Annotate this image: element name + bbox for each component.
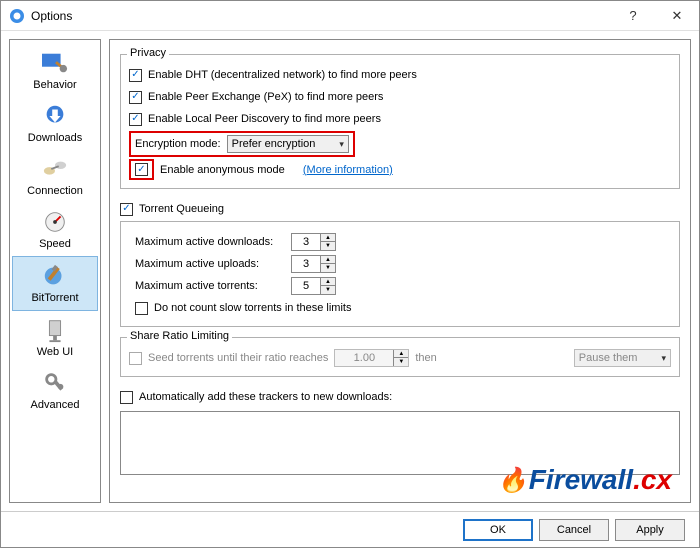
- downloads-icon: [40, 103, 70, 129]
- anonymous-highlight: ✓: [129, 159, 154, 180]
- encryption-label: Encryption mode:: [135, 138, 221, 150]
- ratio-action-select: Pause them: [574, 349, 671, 367]
- dht-label: Enable DHT (decentralized network) to fi…: [148, 69, 417, 81]
- more-info-link[interactable]: (More information): [303, 164, 393, 176]
- down-icon[interactable]: ▼: [321, 286, 335, 294]
- window-title: Options: [31, 9, 611, 23]
- watermark: 🔥 Firewall.cx: [498, 464, 672, 496]
- then-label: then: [415, 352, 436, 364]
- sidebar-item-webui[interactable]: Web UI: [10, 311, 100, 364]
- sidebar-item-connection[interactable]: Connection: [10, 150, 100, 203]
- down-icon[interactable]: ▼: [321, 242, 335, 250]
- up-icon[interactable]: ▲: [321, 256, 335, 264]
- queueing-checkbox[interactable]: ✓: [120, 203, 133, 216]
- lpd-label: Enable Local Peer Discovery to find more…: [148, 113, 381, 125]
- encryption-highlight: Encryption mode: Prefer encryption: [129, 131, 355, 157]
- cancel-button[interactable]: Cancel: [539, 519, 609, 541]
- ok-button[interactable]: OK: [463, 519, 533, 541]
- speed-icon: [40, 209, 70, 235]
- queueing-label: Torrent Queueing: [139, 203, 224, 215]
- main-panel: Privacy ✓ Enable DHT (decentralized netwo…: [109, 39, 691, 503]
- sidebar: Behavior Downloads Connection Speed BitT…: [9, 39, 101, 503]
- trackers-checkbox[interactable]: [120, 391, 133, 404]
- sidebar-item-behavior[interactable]: Behavior: [10, 44, 100, 97]
- maxdl-spinner[interactable]: ▲▼: [291, 233, 336, 251]
- lpd-checkbox[interactable]: ✓: [129, 113, 142, 126]
- maxdl-input[interactable]: [292, 234, 320, 250]
- slow-label: Do not count slow torrents in these limi…: [154, 302, 351, 314]
- sidebar-item-label: Web UI: [37, 346, 73, 358]
- connection-icon: [40, 156, 70, 182]
- sidebar-item-label: Downloads: [28, 132, 82, 144]
- sidebar-item-downloads[interactable]: Downloads: [10, 97, 100, 150]
- maxdl-label: Maximum active downloads:: [135, 236, 285, 248]
- help-button[interactable]: ?: [611, 1, 655, 31]
- apply-button[interactable]: Apply: [615, 519, 685, 541]
- up-icon: ▲: [394, 350, 408, 358]
- sidebar-item-speed[interactable]: Speed: [10, 203, 100, 256]
- maxt-spinner[interactable]: ▲▼: [291, 277, 336, 295]
- ratio-spinner: ▲▼: [334, 349, 409, 367]
- sidebar-item-bittorrent[interactable]: BitTorrent: [12, 256, 98, 311]
- slow-checkbox[interactable]: [135, 302, 148, 315]
- seed-label: Seed torrents until their ratio reaches: [148, 352, 328, 364]
- sidebar-item-label: Advanced: [31, 399, 80, 411]
- pex-label: Enable Peer Exchange (PeX) to find more …: [148, 91, 383, 103]
- group-legend: Privacy: [127, 47, 169, 59]
- dht-checkbox[interactable]: ✓: [129, 69, 142, 82]
- sidebar-item-advanced[interactable]: Advanced: [10, 364, 100, 417]
- options-window: Options ? ✕ Behavior Downloads Connectio…: [0, 0, 700, 548]
- webui-icon: [40, 317, 70, 343]
- maxup-input[interactable]: [292, 256, 320, 272]
- close-button[interactable]: ✕: [655, 1, 699, 31]
- seed-checkbox[interactable]: [129, 352, 142, 365]
- down-icon: ▼: [394, 358, 408, 366]
- trackers-label: Automatically add these trackers to new …: [139, 391, 392, 403]
- anonymous-checkbox[interactable]: ✓: [135, 163, 148, 176]
- down-icon[interactable]: ▼: [321, 264, 335, 272]
- pex-checkbox[interactable]: ✓: [129, 91, 142, 104]
- sidebar-item-label: Connection: [27, 185, 83, 197]
- maxup-label: Maximum active uploads:: [135, 258, 285, 270]
- queueing-group: Maximum active downloads: ▲▼ Maximum act…: [120, 221, 680, 327]
- sidebar-item-label: Speed: [39, 238, 71, 250]
- group-legend: Share Ratio Limiting: [127, 330, 232, 342]
- titlebar: Options ? ✕: [1, 1, 699, 31]
- up-icon[interactable]: ▲: [321, 234, 335, 242]
- app-icon: [9, 8, 25, 24]
- sidebar-item-label: Behavior: [33, 79, 76, 91]
- sidebar-item-label: BitTorrent: [31, 292, 78, 304]
- advanced-icon: [40, 370, 70, 396]
- maxup-spinner[interactable]: ▲▼: [291, 255, 336, 273]
- encryption-select[interactable]: Prefer encryption: [227, 135, 349, 153]
- ratio-input: [335, 350, 393, 366]
- up-icon[interactable]: ▲: [321, 278, 335, 286]
- anonymous-label: Enable anonymous mode: [160, 164, 285, 176]
- behavior-icon: [40, 50, 70, 76]
- bittorrent-icon: [40, 263, 70, 289]
- footer: OK Cancel Apply: [1, 511, 699, 547]
- maxt-input[interactable]: [292, 278, 320, 294]
- ratio-group: Share Ratio Limiting Seed torrents until…: [120, 337, 680, 377]
- flame-icon: 🔥: [498, 466, 528, 495]
- body: Behavior Downloads Connection Speed BitT…: [1, 31, 699, 511]
- privacy-group: Privacy ✓Enable DHT (decentralized netwo…: [120, 54, 680, 189]
- maxt-label: Maximum active torrents:: [135, 280, 285, 292]
